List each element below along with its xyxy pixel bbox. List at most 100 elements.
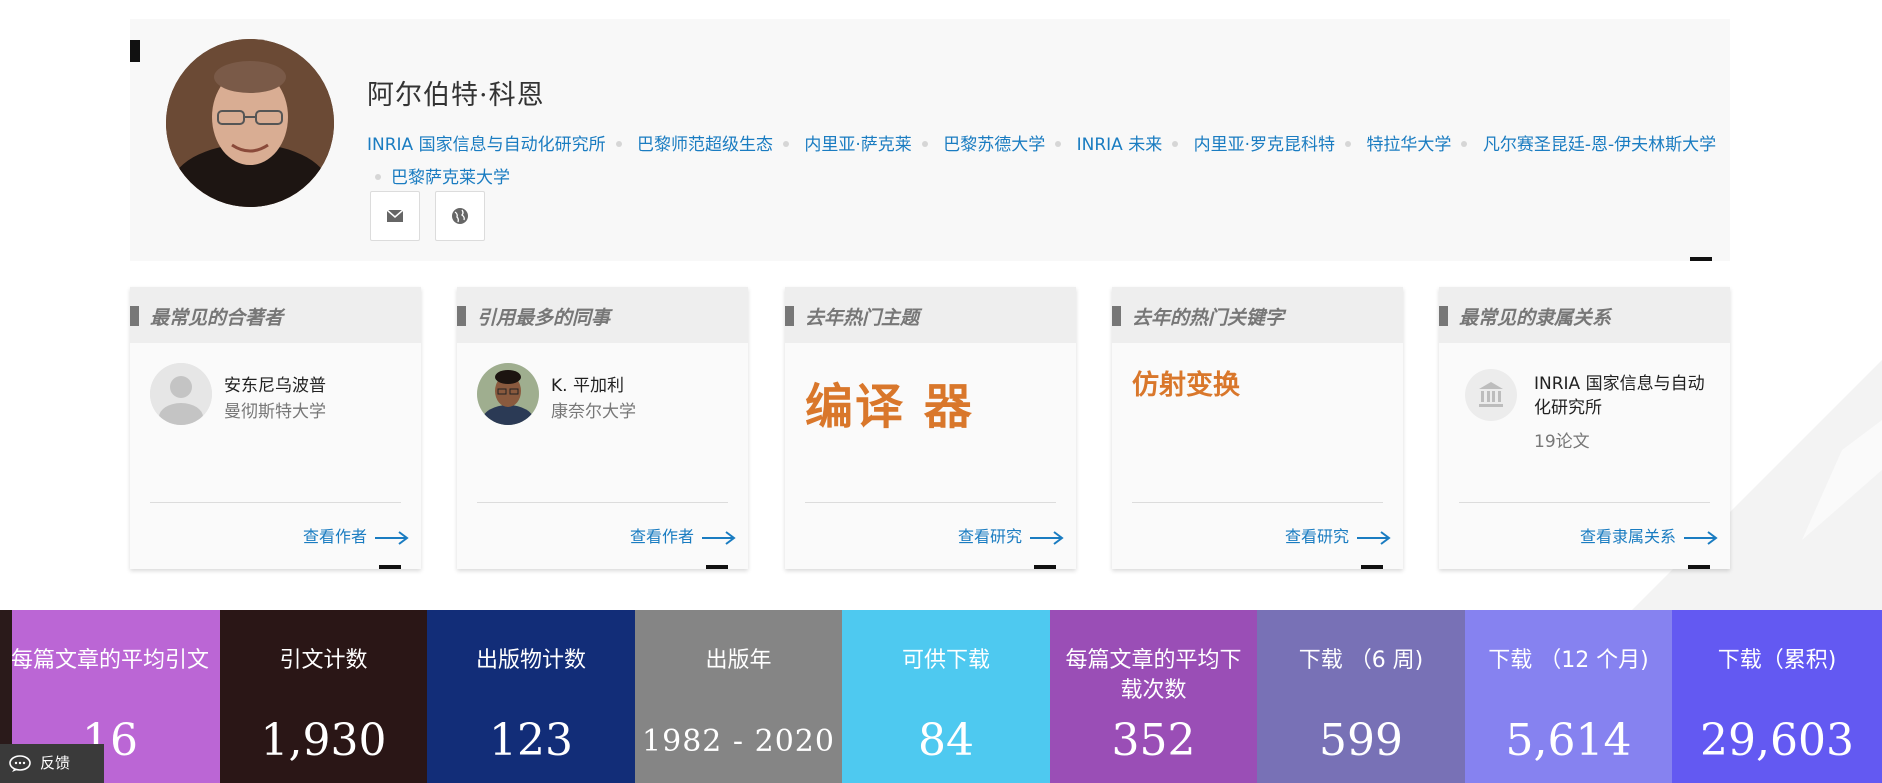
stat-downloadable: 可供下载 84 [842,610,1050,783]
card-topic: 去年热门主题 编译 器 查看研究 [785,287,1076,569]
arrow-right-icon [1357,530,1391,545]
stat-publication-count: 出版物计数 123 [427,610,635,783]
separator-dot [1172,140,1179,147]
stat-label: 出版年 [705,648,772,673]
stat-downloads-6-weeks: 下载 （6 周) 599 [1257,610,1465,783]
summary-cards: 最常见的合著者 安东尼乌波普 曼彻斯特大学 查看作者 引用最多的同事 K. 平加… [130,287,1730,569]
stat-downloads-cumulative: 下载（累积) 29,603 [1672,610,1882,783]
website-button[interactable] [435,191,486,241]
card-header: 最常见的隶属关系 [1439,287,1730,343]
stat-label: 引文计数 [279,648,368,673]
globe-icon [452,208,469,224]
stat-label: 下载（累积) [1717,648,1837,673]
affiliation-link[interactable]: INRIA 未来 [1077,135,1163,155]
separator-dot [615,140,622,147]
corner-mark [130,40,140,62]
card-keyword: 去年的热门关键字 仿射变换 查看研究 [1112,287,1403,569]
corner-mark [706,565,728,569]
email-button[interactable] [370,191,420,241]
separator-dot [783,140,789,147]
stat-value: 84 [918,715,974,766]
chat-bubble-icon [9,754,31,772]
coauthor-affiliation: 曼彻斯特大学 [224,402,326,422]
stat-label: 每篇文章的平均引文 [10,648,209,673]
stat-downloads-12-months: 下载 （12 个月) 5,614 [1465,610,1672,783]
colleague-avatar [477,363,539,425]
colleague-name[interactable]: K. 平加利 [551,371,731,396]
affiliation-link[interactable]: INRIA 国家信息与自动化研究所 [367,135,606,155]
coauthor-name[interactable]: 安东尼乌波普 [224,371,404,396]
view-affiliations-link[interactable]: 查看隶属关系 [1580,523,1718,547]
card-title: 最常见的合著者 [150,307,284,329]
corner-mark [1361,565,1383,569]
affiliation-link[interactable]: 巴黎师范超级生态 [637,135,773,155]
corner-mark [1034,565,1056,569]
stat-value: 123 [489,715,573,766]
arrow-right-icon [702,530,736,545]
stat-label: 下载 （12 个月) [1488,648,1649,673]
stat-value: 1982 - 2020 [642,724,835,759]
stats-bar: 每篇文章的平均引文 16 引文计数 1,930 出版物计数 123 出版年 1982 -… [0,610,1882,783]
stat-avg-downloads: 每篇文章的平均下载次数 352 [1050,610,1257,783]
card-header: 去年的热门关键字 [1112,287,1403,343]
stat-label: 出版物计数 [475,648,586,673]
contact-buttons [370,191,495,241]
card-header: 最常见的合著者 [130,287,421,343]
card-title: 去年的热门关键字 [1132,307,1285,329]
top-topic[interactable]: 编译 器 [805,367,974,437]
institution-name[interactable]: INRIA 国家信息与自动化研究所 [1534,372,1709,420]
separator-dot [375,173,381,180]
card-coauthor: 最常见的合著者 安东尼乌波普 曼彻斯特大学 查看作者 [130,287,421,569]
stat-value: 29,603 [1700,715,1854,766]
institution-icon [1465,369,1517,421]
stat-citation-count: 引文计数 1,930 [220,610,427,783]
divider [805,502,1056,503]
divider [1459,502,1710,503]
affiliation-link[interactable]: 内里亚·罗克昆科特 [1194,135,1335,155]
institution-paper-count: 19论文 [1534,432,1590,452]
card-colleague: 引用最多的同事 K. 平加利 康奈尔大学 查看作者 [457,287,748,569]
separator-dot [1055,140,1062,147]
separator-dot [1461,140,1468,147]
profile-avatar [166,39,334,207]
stat-value: 352 [1111,715,1196,766]
view-research-link[interactable]: 查看研究 [958,523,1064,547]
stat-label: 下载 （6 周) [1298,648,1424,673]
arrow-right-icon [1684,530,1718,545]
view-research-link[interactable]: 查看研究 [1285,523,1391,547]
affiliation-link[interactable]: 特拉华大学 [1366,135,1451,155]
affiliation-link[interactable]: 巴黎苏德大学 [943,135,1045,155]
profile-name: 阿尔伯特·科恩 [367,80,545,111]
affiliation-list: INRIA 国家信息与自动化研究所 巴黎师范超级生态 内里亚·萨克莱 巴黎苏德大… [367,129,1717,195]
card-title: 引用最多的同事 [477,307,611,329]
stat-value: 599 [1319,715,1403,766]
colleague-affiliation: 康奈尔大学 [551,402,636,422]
divider [1132,502,1383,503]
separator-dot [921,140,928,147]
card-affiliation: 最常见的隶属关系 INRIA 国家信息与自动化研究所 19论文 查看隶属关系 [1439,287,1730,569]
feedback-button[interactable]: 反馈 [0,744,104,783]
arrow-right-icon [1030,530,1064,545]
affiliation-link[interactable]: 内里亚·萨克莱 [804,135,911,155]
profile-header: 阿尔伯特·科恩 INRIA 国家信息与自动化研究所 巴黎师范超级生态 内里亚·萨… [130,19,1730,261]
card-header: 去年热门主题 [785,287,1076,343]
card-header: 引用最多的同事 [457,287,748,343]
separator-dot [1345,140,1352,147]
card-title: 去年热门主题 [805,307,920,329]
corner-mark [379,565,401,569]
stat-label: 每篇文章的平均下载次数 [1065,648,1242,703]
mail-icon [386,209,404,222]
affiliation-link[interactable]: 凡尔赛圣昆廷-恩-伊夫林斯大学 [1483,135,1716,155]
card-title: 最常见的隶属关系 [1459,307,1612,329]
arrow-right-icon [375,530,409,545]
view-authors-link[interactable]: 查看作者 [630,523,736,547]
view-authors-link[interactable]: 查看作者 [303,523,409,547]
affiliation-link[interactable]: 巴黎萨克莱大学 [391,168,510,188]
divider [150,502,401,503]
divider [477,502,728,503]
top-keyword[interactable]: 仿射变换 [1132,363,1240,402]
stat-label: 可供下载 [901,648,990,673]
stat-publication-years: 出版年 1982 - 2020 [635,610,842,783]
stat-value: 1,930 [260,715,387,766]
stat-value: 5,614 [1505,715,1632,766]
